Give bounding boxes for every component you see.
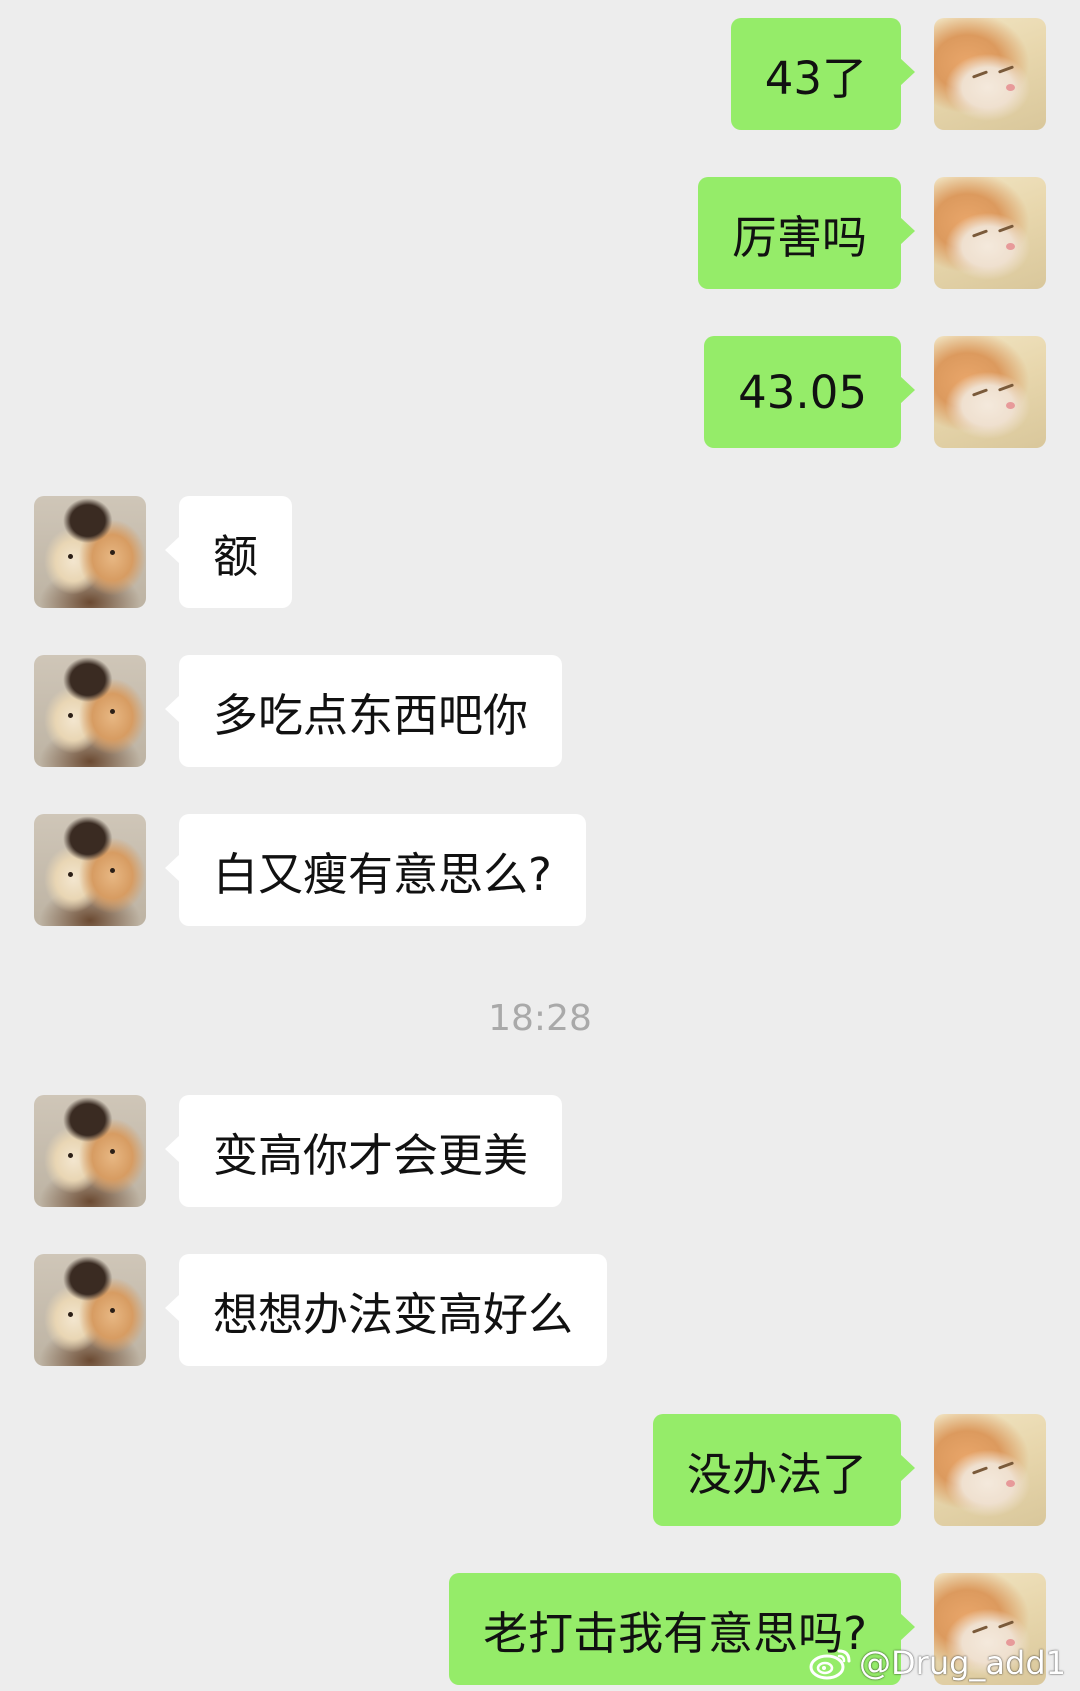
message-row-received: 白又瘦有意思么? <box>0 814 1080 926</box>
message-row-received: 想想办法变高好么 <box>0 1254 1080 1366</box>
avatar-contact-dogs[interactable] <box>34 496 146 608</box>
avatar-self-cat[interactable] <box>934 18 1046 130</box>
message-bubble-sent[interactable]: 厉害吗 <box>697 177 916 289</box>
message-bubble-received[interactable]: 变高你才会更美 <box>164 1095 563 1207</box>
avatar-contact-dogs[interactable] <box>34 655 146 767</box>
avatar-contact-dogs[interactable] <box>34 814 146 926</box>
message-row-received: 变高你才会更美 <box>0 1095 1080 1207</box>
message-bubble-received[interactable]: 想想办法变高好么 <box>164 1254 608 1366</box>
message-bubble-received[interactable]: 白又瘦有意思么? <box>165 814 586 926</box>
avatar-self-cat[interactable] <box>934 1414 1046 1526</box>
message-bubble-received[interactable]: 多吃点东西吧你 <box>164 655 563 767</box>
watermark-handle: @Drug_add1 <box>859 1644 1066 1682</box>
message-row-received: 多吃点东西吧你 <box>0 655 1080 767</box>
message-row-received: 额 <box>0 496 1080 608</box>
message-bubble-sent[interactable]: 43了 <box>730 18 916 130</box>
message-row-sent: 厉害吗 <box>0 177 1080 289</box>
weibo-watermark: @Drug_add1 <box>809 1640 1066 1686</box>
weibo-logo-icon <box>809 1649 851 1680</box>
avatar-self-cat[interactable] <box>934 336 1046 448</box>
message-bubble-received[interactable]: 额 <box>164 496 293 608</box>
chat-window: 43了 厉害吗 43.05 额 多吃点东西吧你 白又瘦有意思么? 18:28 变… <box>0 0 1080 1691</box>
message-timestamp: 18:28 <box>488 998 592 1039</box>
message-row-sent: 没办法了 <box>0 1414 1080 1526</box>
message-row-sent: 43.05 <box>0 336 1080 448</box>
avatar-self-cat[interactable] <box>934 177 1046 289</box>
message-bubble-sent[interactable]: 没办法了 <box>652 1414 916 1526</box>
message-bubble-sent[interactable]: 43.05 <box>704 336 915 448</box>
message-row-sent: 43了 <box>0 18 1080 130</box>
avatar-contact-dogs[interactable] <box>34 1095 146 1207</box>
avatar-contact-dogs[interactable] <box>34 1254 146 1366</box>
